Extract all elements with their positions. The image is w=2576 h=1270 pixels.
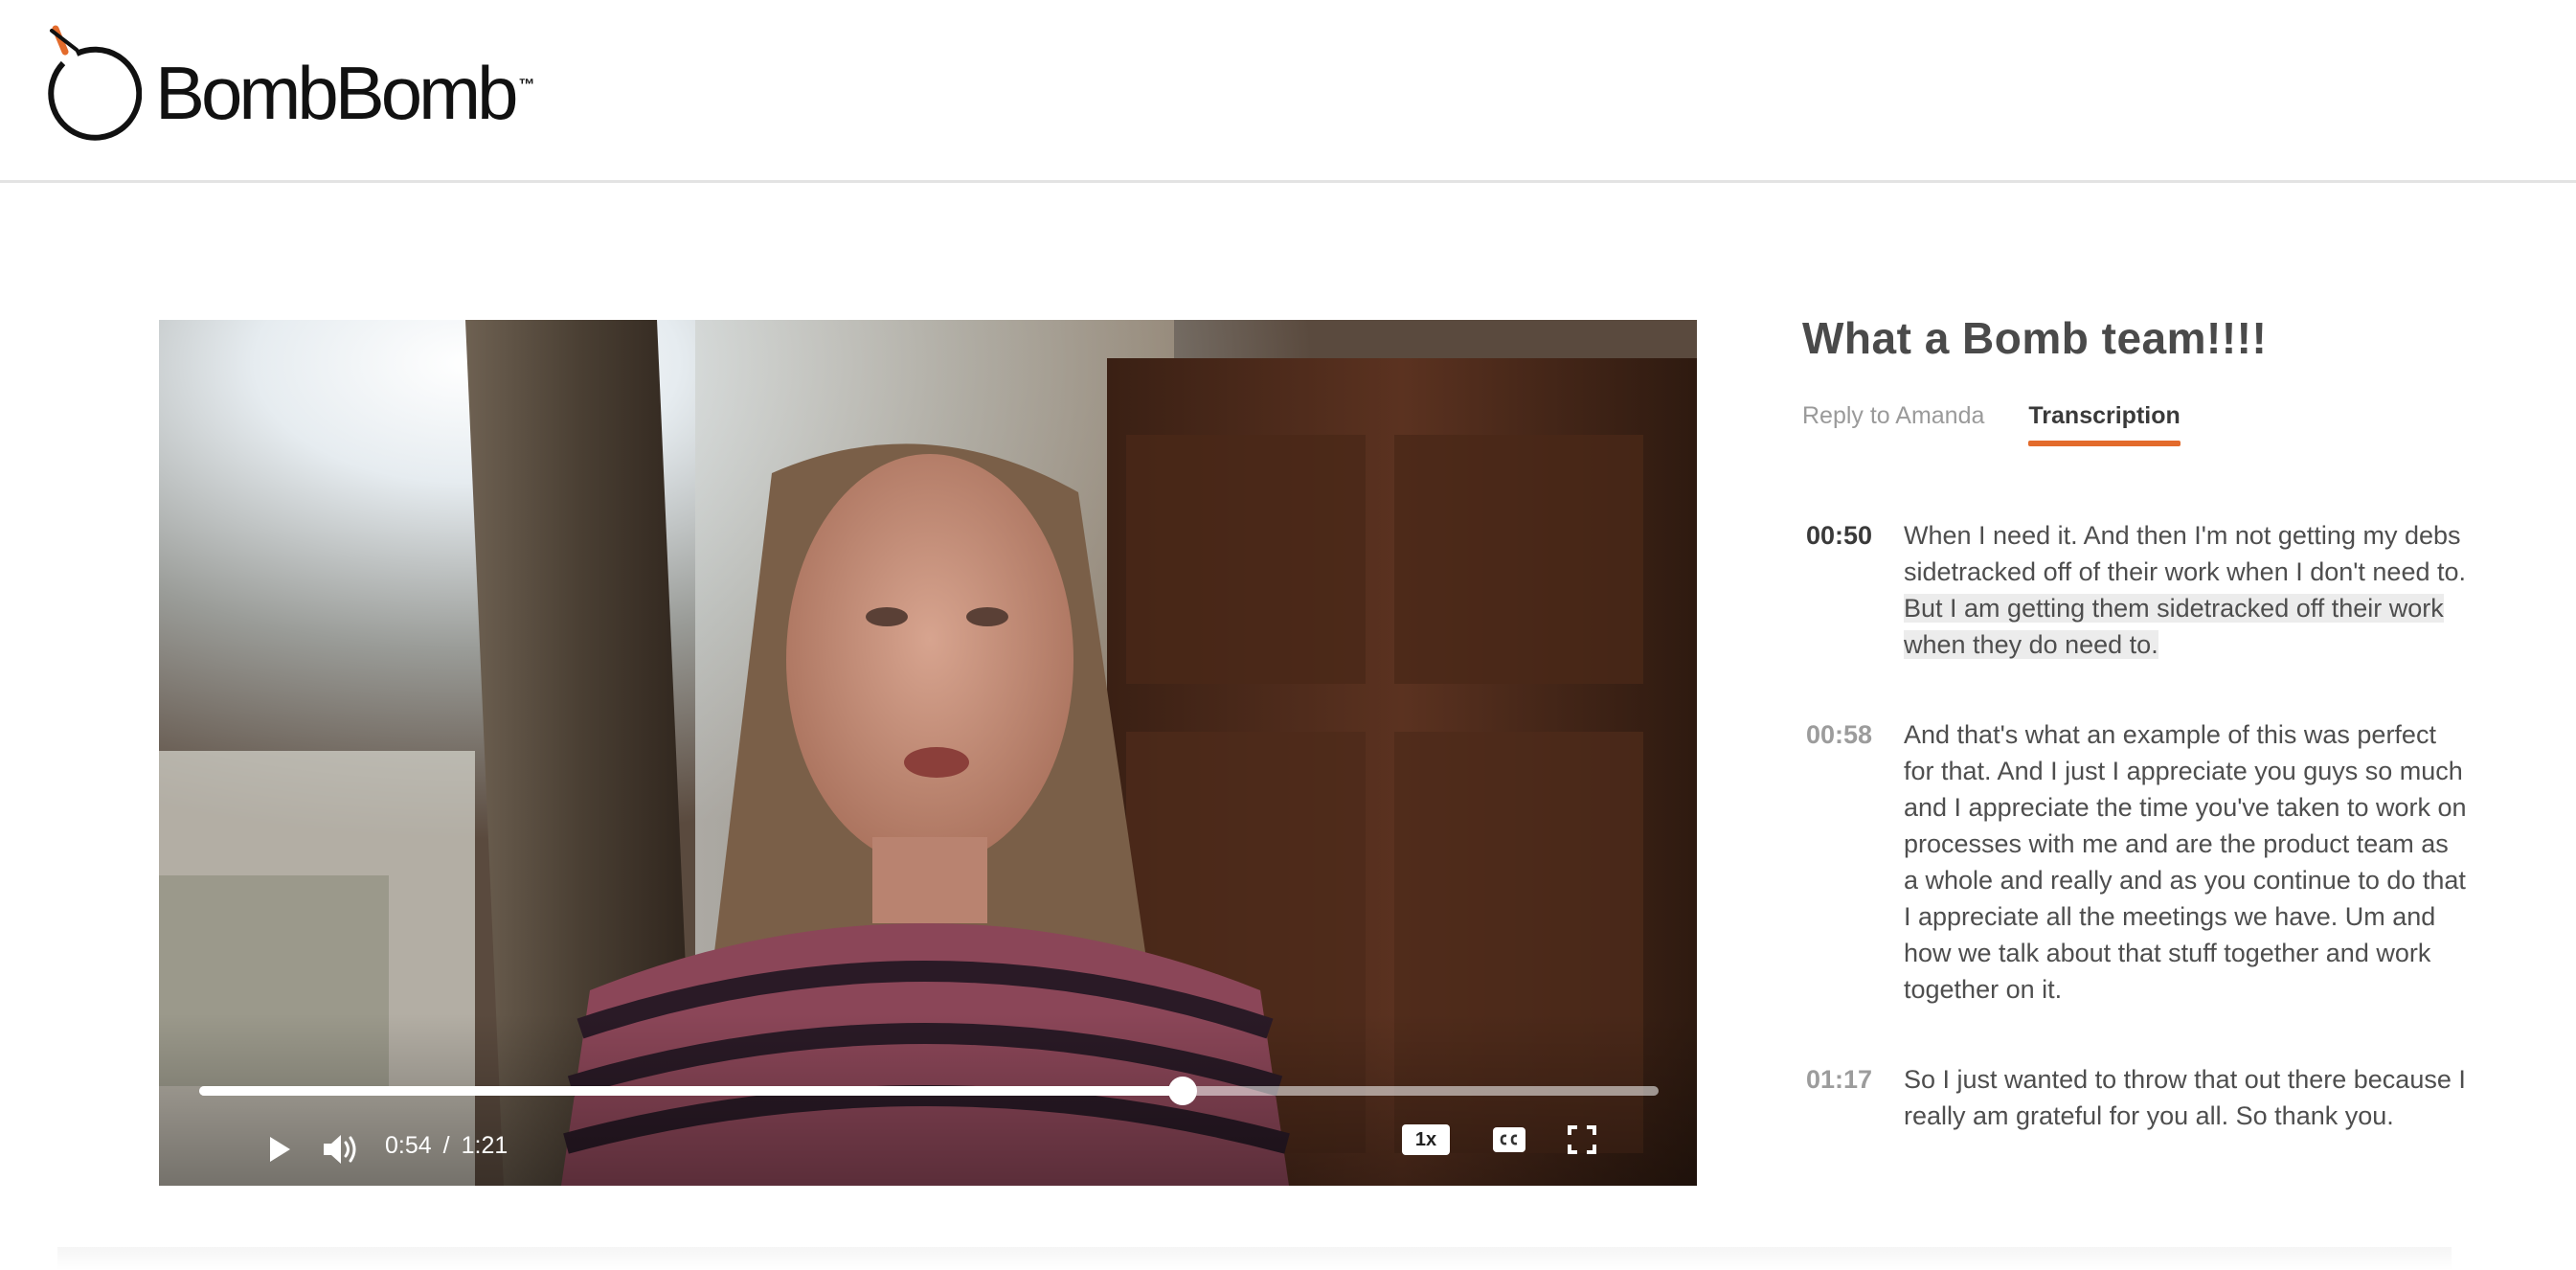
- video-player[interactable]: 0:54 / 1:21 1x: [159, 320, 1697, 1186]
- play-button[interactable]: [251, 1121, 308, 1178]
- segment-timestamp[interactable]: 00:58: [1806, 716, 1904, 1008]
- fullscreen-icon: [1568, 1125, 1596, 1154]
- segment-timestamp[interactable]: 01:17: [1806, 1061, 1904, 1134]
- segment-text: So I just wanted to throw that out there…: [1904, 1065, 2466, 1130]
- tab-reply[interactable]: Reply to Amanda: [1802, 402, 1984, 450]
- transcript-list: 00:50 When I need it. And then I'm not g…: [1806, 517, 2467, 1188]
- play-icon: [270, 1137, 290, 1162]
- controls-shade: [159, 1013, 1697, 1186]
- site-header: BombBomb ™: [0, 0, 2576, 183]
- current-time: 0:54: [385, 1132, 432, 1159]
- playback-speed-button[interactable]: 1x: [1402, 1124, 1450, 1155]
- segment-text: When I need it. And then I'm not getting…: [1904, 521, 2466, 659]
- transcript-segment[interactable]: 00:58 And that's what an example of this…: [1806, 716, 2467, 1008]
- logo-wordmark: BombBomb ™: [155, 50, 535, 135]
- time-display: 0:54 / 1:21: [385, 1132, 508, 1160]
- bombbomb-logo[interactable]: BombBomb ™: [42, 25, 535, 146]
- transcript-segment[interactable]: 01:17 So I just wanted to throw that out…: [1806, 1061, 2467, 1134]
- captions-button[interactable]: [1492, 1124, 1526, 1155]
- volume-icon: [324, 1135, 356, 1164]
- volume-button[interactable]: [306, 1121, 375, 1178]
- seek-bar-played: [199, 1086, 1184, 1096]
- segment-text: And that's what an example of this was p…: [1904, 720, 2467, 1004]
- closed-captions-icon: [1493, 1127, 1525, 1152]
- seek-bar[interactable]: [199, 1077, 1659, 1105]
- panel-tabs: Reply to Amanda Transcription: [1802, 402, 2225, 450]
- fullscreen-button[interactable]: [1563, 1121, 1601, 1159]
- video-title: What a Bomb team!!!!: [1802, 313, 2268, 363]
- duration: 1:21: [461, 1132, 508, 1159]
- time-separator: /: [442, 1132, 450, 1159]
- footer-divider: [57, 1247, 2452, 1270]
- seek-bar-thumb[interactable]: [1168, 1077, 1198, 1105]
- current-phrase-highlight: But I am getting them sidetracked off th…: [1904, 594, 2444, 659]
- tab-transcription[interactable]: Transcription: [2028, 402, 2181, 450]
- transcript-segment[interactable]: 00:50 When I need it. And then I'm not g…: [1806, 517, 2467, 663]
- segment-timestamp[interactable]: 00:50: [1806, 517, 1904, 663]
- bomb-logo-icon: [48, 25, 142, 141]
